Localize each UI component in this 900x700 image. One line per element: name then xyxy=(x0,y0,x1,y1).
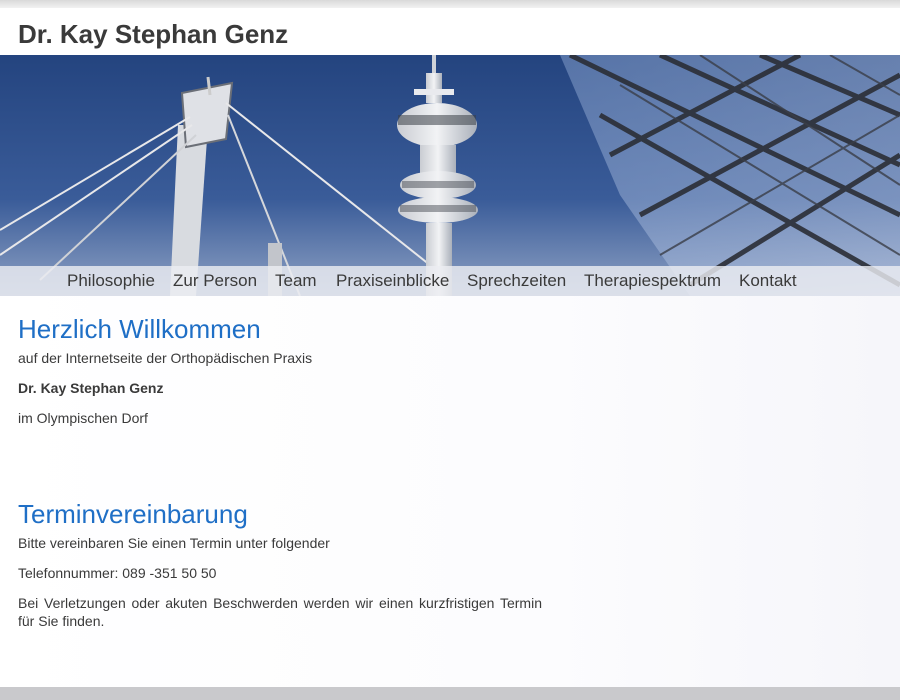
nav-item-therapiespektrum[interactable]: Therapiespektrum xyxy=(584,271,721,291)
appointment-heading: Terminvereinbarung xyxy=(18,499,248,529)
appointment-phone: Telefonnummer: 089 -351 50 50 xyxy=(18,565,217,581)
hero-banner-image xyxy=(0,55,900,296)
site-header: Dr. Kay Stephan Genz xyxy=(0,8,900,55)
nav-item-sprechzeiten[interactable]: Sprechzeiten xyxy=(467,271,566,291)
nav-item-praxiseinblicke[interactable]: Praxiseinblicke xyxy=(336,271,449,291)
main-navigation: Philosophie Zur Person Team Praxiseinbli… xyxy=(0,266,900,296)
welcome-doctor-name: Dr. Kay Stephan Genz xyxy=(18,380,164,396)
welcome-heading: Herzlich Willkommen xyxy=(18,314,261,344)
welcome-location-text: im Olympischen Dorf xyxy=(18,410,148,426)
nav-item-zur-person[interactable]: Zur Person xyxy=(173,271,257,291)
footer-bar xyxy=(0,687,900,700)
olympic-tower-photo xyxy=(0,55,900,296)
appointment-note: Bei Verletzungen oder akuten Beschwerden… xyxy=(18,595,542,629)
nav-item-team[interactable]: Team xyxy=(275,271,317,291)
welcome-intro-text: auf der Internetseite der Orthopädischen… xyxy=(18,350,313,366)
nav-item-kontakt[interactable]: Kontakt xyxy=(739,271,797,291)
appointment-intro-text: Bitte vereinbaren Sie einen Termin unter… xyxy=(18,535,330,551)
site-title[interactable]: Dr. Kay Stephan Genz xyxy=(18,19,288,50)
nav-item-philosophie[interactable]: Philosophie xyxy=(67,271,155,291)
top-shadow-bar xyxy=(0,0,900,8)
